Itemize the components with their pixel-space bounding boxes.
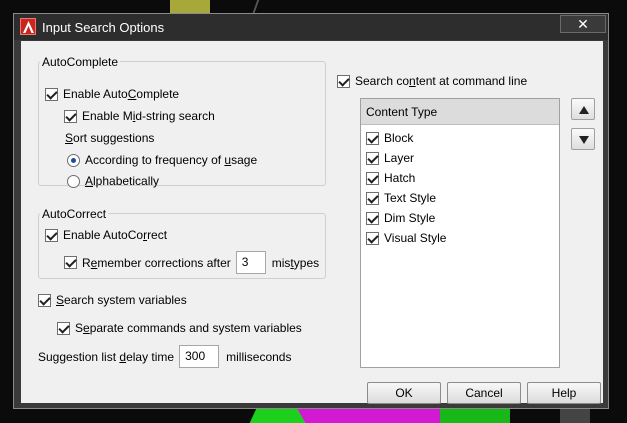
remember-corrections-check[interactable] <box>64 256 77 269</box>
search-system-variables-label: Search system variables <box>56 293 187 307</box>
block-check[interactable] <box>366 131 379 145</box>
input-search-options-dialog: Input Search Options ✕ AutoComplete Enab… <box>13 13 609 409</box>
list-item-block[interactable]: Block <box>361 128 559 148</box>
enable-autocomplete-checkbox[interactable]: Enable AutoComplete <box>45 87 179 101</box>
separate-commands-check[interactable] <box>57 321 70 335</box>
sort-by-frequency-radio[interactable]: According to frequency of usage <box>67 153 257 167</box>
title-bar[interactable]: Input Search Options ✕ <box>14 14 608 40</box>
close-button[interactable]: ✕ <box>560 15 606 33</box>
list-item-label: Hatch <box>384 171 416 185</box>
milliseconds-label: milliseconds <box>226 349 292 364</box>
list-item-label: Dim Style <box>384 211 436 225</box>
remember-corrections-checkbox[interactable]: Remember corrections after 3 mistypes <box>64 251 319 274</box>
list-item-label: Layer <box>384 151 415 165</box>
layer-check[interactable] <box>366 151 379 165</box>
suggestion-delay-row: Suggestion list delay time 300 milliseco… <box>38 345 291 368</box>
separate-commands-checkbox[interactable]: Separate commands and system variables <box>57 321 302 335</box>
mistypes-count-input[interactable]: 3 <box>235 251 266 274</box>
sort-alphabetically-radio-dot[interactable] <box>67 174 80 188</box>
content-type-header[interactable]: Content Type <box>361 99 559 125</box>
sort-suggestions-label: Sort suggestions <box>65 131 155 145</box>
arrow-up-icon <box>579 106 589 114</box>
content-type-list[interactable]: Content Type Block Layer Hatch Text Styl… <box>360 98 560 368</box>
suggestion-delay-input[interactable]: 300 <box>179 345 220 368</box>
arrow-down-icon <box>579 136 589 144</box>
cancel-button[interactable]: Cancel <box>447 382 521 404</box>
hatch-check[interactable] <box>366 171 379 185</box>
text-style-check[interactable] <box>366 191 379 205</box>
enable-midstring-label: Enable Mid-string search <box>82 109 215 123</box>
autocorrect-group-label: AutoCorrect <box>40 207 109 221</box>
list-item-label: Text Style <box>384 191 437 205</box>
mistypes-label: mistypes <box>271 255 320 270</box>
separate-commands-label: Separate commands and system variables <box>75 321 302 335</box>
move-up-button[interactable] <box>571 98 595 120</box>
enable-autocomplete-label: Enable AutoComplete <box>63 87 180 101</box>
search-system-variables-check[interactable] <box>38 293 51 307</box>
window-title: Input Search Options <box>42 20 165 35</box>
dialog-body: AutoComplete Enable AutoComplete Enable … <box>21 41 603 404</box>
visual-style-check[interactable] <box>366 231 379 245</box>
sort-by-frequency-label: According to frequency of usage <box>85 153 258 167</box>
close-icon: ✕ <box>577 16 589 32</box>
search-system-variables-checkbox[interactable]: Search system variables <box>38 293 187 307</box>
list-item-dim-style[interactable]: Dim Style <box>361 208 559 228</box>
enable-autocomplete-check[interactable] <box>45 87 58 101</box>
list-item-text-style[interactable]: Text Style <box>361 188 559 208</box>
enable-autocorrect-check[interactable] <box>45 228 58 242</box>
list-item-hatch[interactable]: Hatch <box>361 168 559 188</box>
sort-by-frequency-radio-dot[interactable] <box>67 153 80 167</box>
remember-corrections-label: Remember corrections after <box>82 255 231 270</box>
autocad-logo-icon <box>20 18 36 35</box>
ok-button[interactable]: OK <box>367 382 441 404</box>
list-item-label: Block <box>384 131 414 145</box>
dim-style-check[interactable] <box>366 211 379 225</box>
enable-autocorrect-label: Enable AutoCorrect <box>63 228 168 242</box>
autocomplete-group <box>38 61 326 186</box>
enable-autocorrect-checkbox[interactable]: Enable AutoCorrect <box>45 228 167 242</box>
enable-midstring-checkbox[interactable]: Enable Mid-string search <box>64 109 215 123</box>
enable-midstring-check[interactable] <box>64 109 77 123</box>
list-item-visual-style[interactable]: Visual Style <box>361 228 559 248</box>
move-down-button[interactable] <box>571 128 595 150</box>
sort-alphabetically-radio[interactable]: Alphabetically <box>67 174 159 188</box>
search-content-check[interactable] <box>337 74 350 88</box>
list-item-layer[interactable]: Layer <box>361 148 559 168</box>
sort-alphabetically-label: Alphabetically <box>85 174 160 188</box>
autocomplete-group-label: AutoComplete <box>40 55 121 69</box>
list-item-label: Visual Style <box>384 231 447 245</box>
suggestion-delay-label: Suggestion list delay time <box>38 349 175 364</box>
search-content-label: Search content at command line <box>355 74 528 88</box>
help-button[interactable]: Help <box>527 382 601 404</box>
search-content-checkbox[interactable]: Search content at command line <box>337 74 527 88</box>
